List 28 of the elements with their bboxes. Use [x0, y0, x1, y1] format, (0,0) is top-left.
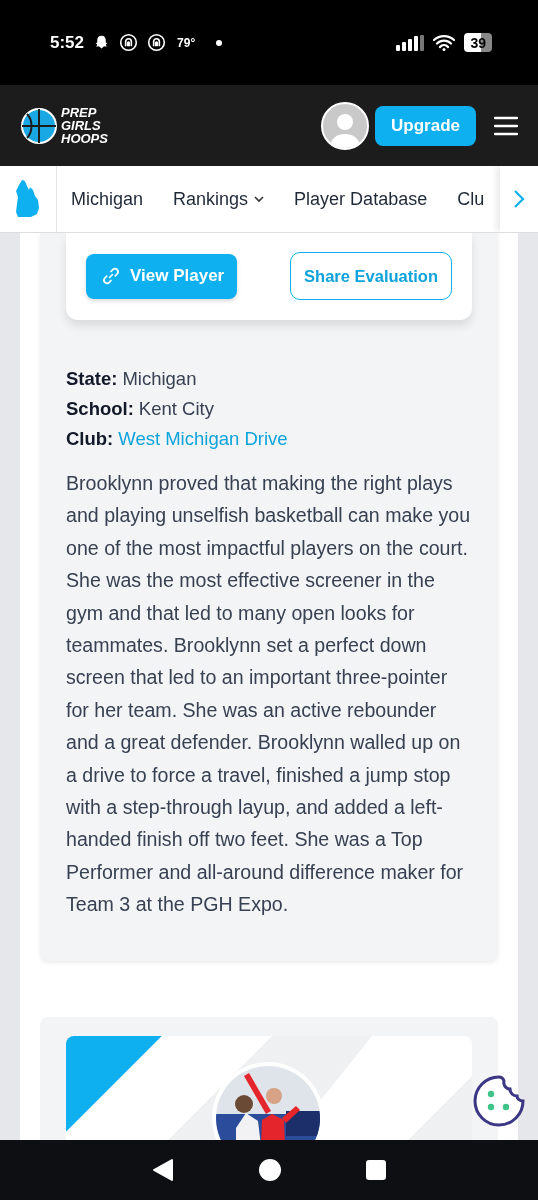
logo-text: HOOPS: [61, 132, 108, 145]
wifi-icon: [433, 34, 456, 51]
basketball-icon: [20, 106, 58, 145]
back-icon[interactable]: [152, 1158, 175, 1182]
evaluation-text: Brooklynn proved that making the right plays and playing unselfish basketball can make you one of the most impactful players on the court. She was the most effective screener in the gym and that led to many open looks for teammates. Brooklynn set a perfect down screen that led to an important three-pointer for her team. She was an active rebounder and a great defender. Brooklynn walled up on a drive to force a travel, finished a jump stop with a step-through layup, and added a left-handed finish off two feet. She was a Top Performer and all-around difference maker for Team 3 at the PGH Expo.: [66, 471, 472, 918]
home-icon[interactable]: [259, 1159, 281, 1181]
signal-icon: [396, 34, 425, 51]
link-icon: [101, 266, 121, 286]
dot-icon: [216, 39, 223, 46]
battery-icon: 39: [464, 33, 492, 52]
clock: 5:52: [50, 32, 85, 53]
cookie-icon[interactable]: [472, 1074, 526, 1128]
detail-value: Michigan: [122, 367, 197, 391]
logo-text: GIRLS: [61, 119, 102, 132]
logo-text: PREP: [61, 106, 98, 119]
detail-value: Kent City: [138, 397, 214, 421]
temperature: 79°: [177, 35, 196, 50]
spiral-icon: [147, 33, 167, 52]
menu-icon[interactable]: [494, 115, 518, 136]
recents-icon[interactable]: [365, 1160, 386, 1180]
spiral-icon: [119, 33, 139, 52]
nav-link[interactable]: Rankings: [158, 188, 280, 210]
nav-link[interactable]: Player Database: [279, 188, 443, 210]
detail-label: School:: [66, 397, 134, 421]
nav-link[interactable]: Clu: [442, 188, 500, 210]
detail-label: Club:: [66, 427, 114, 451]
detail-label: State:: [66, 367, 118, 391]
nav-link[interactable]: Michigan: [57, 188, 159, 210]
